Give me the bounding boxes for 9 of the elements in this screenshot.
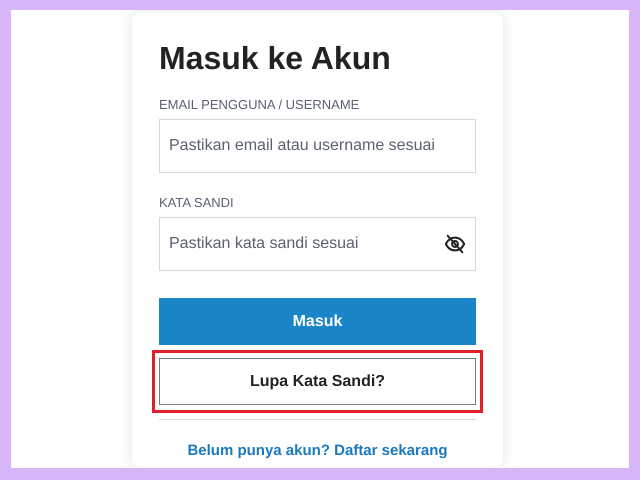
field-label: EMAIL PENGGUNA / USERNAME [159,97,360,112]
page-title: Masuk ke Akun [159,39,392,78]
email-field[interactable]: Pastikan email atau username sesuai [159,119,476,173]
password-field[interactable]: Pastikan kata sandi sesuai [159,217,476,271]
field-label: KATA SANDI [159,195,235,210]
forgot-password-button[interactable]: Lupa Kata Sandi? [159,358,476,405]
login-button[interactable]: Masuk [159,298,476,345]
signup-link[interactable]: Belum punya akun? Daftar sekarang [187,442,448,459]
hide-password-icon[interactable] [444,233,466,255]
